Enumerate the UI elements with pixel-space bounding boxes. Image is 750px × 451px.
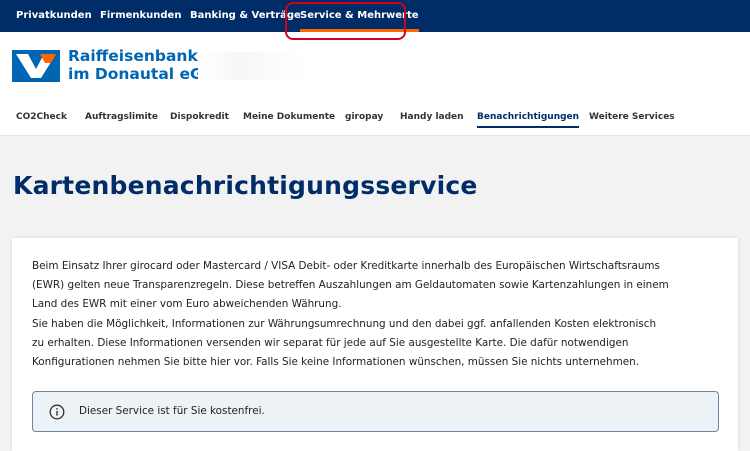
- sub-navigation: CO2Check Auftragslimite Dispokredit Mein…: [0, 98, 750, 136]
- topnav-service-mehrwerte[interactable]: Service & Mehrwerte: [300, 0, 419, 32]
- content-card: Beim Einsatz Ihrer girocard oder Masterc…: [12, 238, 738, 451]
- info-box-text: Dieser Service ist für Sie kostenfrei.: [79, 405, 265, 417]
- topnav-privatkunden[interactable]: Privatkunden: [16, 0, 92, 32]
- body-text-line: Sie haben die Möglichkeit, Informationen…: [32, 318, 657, 330]
- info-box: Dieser Service ist für Sie kostenfrei.: [32, 391, 719, 432]
- bank-name: Raiffeisenbank im Donautal eG: [68, 47, 203, 83]
- body-text-line: Konfigurationen nehmen Sie bitte hier vo…: [32, 356, 640, 368]
- subnav-meine-dokumente[interactable]: Meine Dokumente: [243, 98, 335, 136]
- subnav-auftragslimite[interactable]: Auftragslimite: [85, 98, 158, 136]
- info-icon: [49, 404, 65, 420]
- body-text-line: (EWR) gelten neue Transparenzregeln. Die…: [32, 279, 669, 291]
- topnav-banking-vertraege[interactable]: Banking & Verträge: [190, 0, 301, 32]
- volksbank-raiffeisenbank-logo-icon: [12, 50, 60, 82]
- topnav-firmenkunden[interactable]: Firmenkunden: [100, 0, 181, 32]
- subnav-giropay[interactable]: giropay: [345, 98, 383, 136]
- subnav-weitere-services[interactable]: Weitere Services: [589, 98, 675, 136]
- top-navigation: Privatkunden Firmenkunden Banking & Vert…: [0, 0, 750, 32]
- bank-name-line2: im Donautal eG: [68, 65, 203, 83]
- page-title: Kartenbenachrichtigungsservice: [13, 171, 478, 200]
- subnav-benachrichtigungen[interactable]: Benachrichtigungen: [477, 98, 580, 136]
- bank-name-line1: Raiffeisenbank: [68, 47, 198, 65]
- logo-decoration: [198, 52, 304, 80]
- body-text-line: Land des EWR mit einer vom Euro abweiche…: [32, 298, 342, 310]
- body-text-line: zu erhalten. Diese Informationen versend…: [32, 337, 629, 349]
- body-text-line: Beim Einsatz Ihrer girocard oder Masterc…: [32, 260, 660, 272]
- subnav-dispokredit[interactable]: Dispokredit: [170, 98, 229, 136]
- subnav-co2check[interactable]: CO2Check: [16, 98, 67, 136]
- subnav-handy-laden[interactable]: Handy laden: [400, 98, 464, 136]
